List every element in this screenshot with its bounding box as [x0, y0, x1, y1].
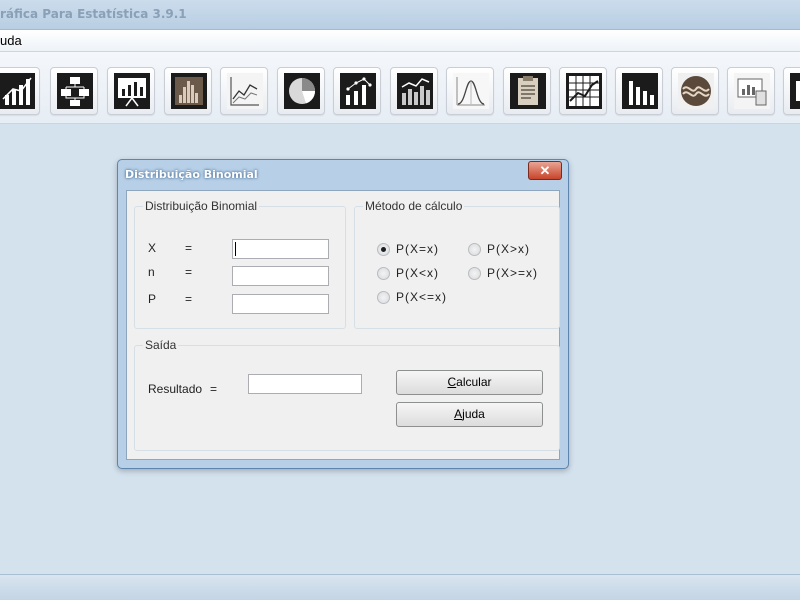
n-label: n [148, 265, 155, 279]
clipboard-icon [510, 73, 546, 109]
app-title: ráfica Para Estatística 3.9.1 [0, 7, 187, 21]
method-group-legend: Método de cálculo [363, 199, 465, 213]
toolbar-button-grid-chart[interactable] [559, 67, 607, 115]
binomial-group-legend: Distribuição Binomial [143, 199, 260, 213]
toolbar-button-column-chart[interactable] [615, 67, 663, 115]
binomial-dialog: Distribuição Binomial ✕ Distribuição Bin… [117, 159, 569, 469]
wave-icon [678, 73, 714, 109]
output-group-legend: Saída [143, 338, 179, 352]
help-button[interactable]: Ajuda [396, 402, 543, 427]
result-label: Resultado [148, 382, 203, 396]
close-button[interactable]: ✕ [528, 161, 562, 180]
toolbar-button-flowchart[interactable] [50, 67, 98, 115]
toolbar-button-line-graph[interactable] [220, 67, 268, 115]
status-bar [0, 574, 800, 600]
line-chart-icon [0, 73, 35, 109]
partial-icon [790, 73, 800, 109]
radio-less-equal-label: P(X<=x) [396, 290, 448, 304]
radio-greater-equal[interactable]: P(X>=x) [468, 265, 558, 281]
normal-curve-icon [453, 73, 489, 109]
binomial-parameters-group: Distribuição Binomial X = n = P = [134, 199, 346, 329]
result-output-field[interactable] [248, 374, 362, 394]
app-title-bar[interactable]: ráfica Para Estatística 3.9.1 [0, 0, 800, 30]
radio-greater[interactable]: P(X>x) [468, 241, 558, 257]
radio-greater-indicator [468, 243, 481, 256]
pie-chart-icon [284, 73, 320, 109]
toolbar-button-clipboard[interactable] [503, 67, 551, 115]
toolbar-button-wave[interactable] [671, 67, 719, 115]
radio-less[interactable]: P(X<x) [377, 265, 467, 281]
n-input[interactable] [232, 266, 329, 286]
menu-bar: uda [0, 30, 800, 52]
output-group: Saída Resultado = Calcular Ajuda [134, 338, 560, 451]
radio-greater-equal-label: P(X>=x) [487, 266, 539, 280]
result-equals: = [210, 382, 218, 396]
grid-chart-icon [566, 73, 602, 109]
n-equals: = [185, 265, 193, 279]
line-graph-icon [227, 73, 263, 109]
radio-less-equal[interactable]: P(X<=x) [377, 289, 467, 305]
calculate-button[interactable]: Calcular [396, 370, 543, 395]
radio-less-label: P(X<x) [396, 266, 440, 280]
calculation-method-group: Método de cálculo P(X=x) P(X>x) P(X<x) P… [354, 199, 560, 329]
close-icon: ✕ [539, 163, 551, 178]
toolbar [0, 52, 800, 124]
presentation-icon [734, 73, 770, 109]
text-caret [235, 242, 236, 256]
x-equals: = [185, 241, 193, 255]
toolbar-button-histogram[interactable] [164, 67, 212, 115]
column-chart-icon [622, 73, 658, 109]
radio-less-indicator [377, 267, 390, 280]
radio-less-equal-indicator [377, 291, 390, 304]
toolbar-button-pie-chart[interactable] [277, 67, 325, 115]
toolbar-button-presentation[interactable] [727, 67, 775, 115]
radio-greater-equal-indicator [468, 267, 481, 280]
toolbar-button-line-chart[interactable] [0, 67, 40, 115]
toolbar-button-scatter-plot[interactable] [333, 67, 381, 115]
slide-chart-icon [114, 73, 150, 109]
p-input[interactable] [232, 294, 329, 314]
histogram-icon [171, 73, 207, 109]
toolbar-button-partial[interactable] [783, 67, 800, 115]
x-label: X [148, 241, 157, 255]
dialog-client-area: Distribuição Binomial X = n = P = Método… [126, 190, 560, 460]
flowchart-icon [57, 73, 93, 109]
toolbar-button-bar-line-chart[interactable] [390, 67, 438, 115]
bar-line-chart-icon [397, 73, 433, 109]
radio-equal-label: P(X=x) [396, 242, 440, 256]
dialog-title: Distribuição Binomial [125, 168, 258, 181]
p-label: P [148, 292, 157, 306]
p-equals: = [185, 292, 193, 306]
radio-greater-label: P(X>x) [487, 242, 531, 256]
toolbar-button-slide-chart[interactable] [107, 67, 155, 115]
scatter-plot-icon [340, 73, 376, 109]
x-input[interactable] [232, 239, 329, 259]
radio-equal-indicator [377, 243, 390, 256]
toolbar-button-normal-curve[interactable] [446, 67, 494, 115]
radio-equal[interactable]: P(X=x) [377, 241, 467, 257]
menu-item-help[interactable]: uda [0, 33, 22, 48]
